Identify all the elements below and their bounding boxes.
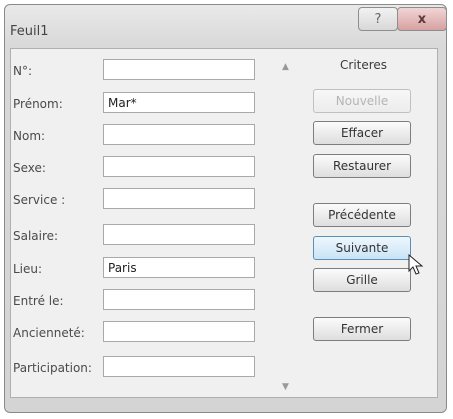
restaurer-button[interactable]: Restaurer <box>313 154 411 178</box>
label-entre-le: Entré le: <box>13 294 64 308</box>
label-numero: N°: <box>13 64 33 78</box>
help-button[interactable]: ? <box>358 7 398 31</box>
label-sexe: Sexe: <box>13 161 46 175</box>
mouse-pointer-icon <box>408 254 424 275</box>
precedente-button[interactable]: Précédente <box>313 203 411 227</box>
record-scrollbar[interactable]: ▲ ▼ <box>272 56 300 396</box>
label-prenom: Prénom: <box>13 97 63 111</box>
service-field[interactable] <box>103 188 255 209</box>
nom-field[interactable] <box>103 124 255 145</box>
label-nom: Nom: <box>13 129 46 143</box>
entre-le-field[interactable] <box>103 289 255 310</box>
scroll-up-icon[interactable]: ▲ <box>282 62 289 72</box>
suivante-button[interactable]: Suivante <box>313 236 411 260</box>
sexe-field[interactable] <box>103 156 255 177</box>
nouvelle-button[interactable]: Nouvelle <box>313 89 411 113</box>
effacer-button[interactable]: Effacer <box>313 121 411 145</box>
close-button[interactable]: x <box>397 7 447 31</box>
criteres-heading: Criteres <box>340 58 388 72</box>
label-participation: Participation: <box>13 361 92 375</box>
label-service: Service : <box>13 193 66 207</box>
label-anciennete: Ancienneté: <box>13 326 85 340</box>
label-lieu: Lieu: <box>13 262 43 276</box>
salaire-field[interactable] <box>103 224 255 245</box>
numero-field[interactable] <box>103 59 255 80</box>
lieu-field[interactable]: Paris <box>103 257 255 278</box>
prenom-field[interactable]: Mar* <box>103 92 255 113</box>
scroll-down-icon[interactable]: ▼ <box>282 382 289 392</box>
label-salaire: Salaire: <box>13 229 59 243</box>
fermer-button[interactable]: Fermer <box>313 317 411 341</box>
grille-button[interactable]: Grille <box>313 268 411 292</box>
participation-field[interactable] <box>103 356 255 377</box>
window-title: Feuil1 <box>10 24 49 39</box>
anciennete-field[interactable] <box>103 321 255 342</box>
